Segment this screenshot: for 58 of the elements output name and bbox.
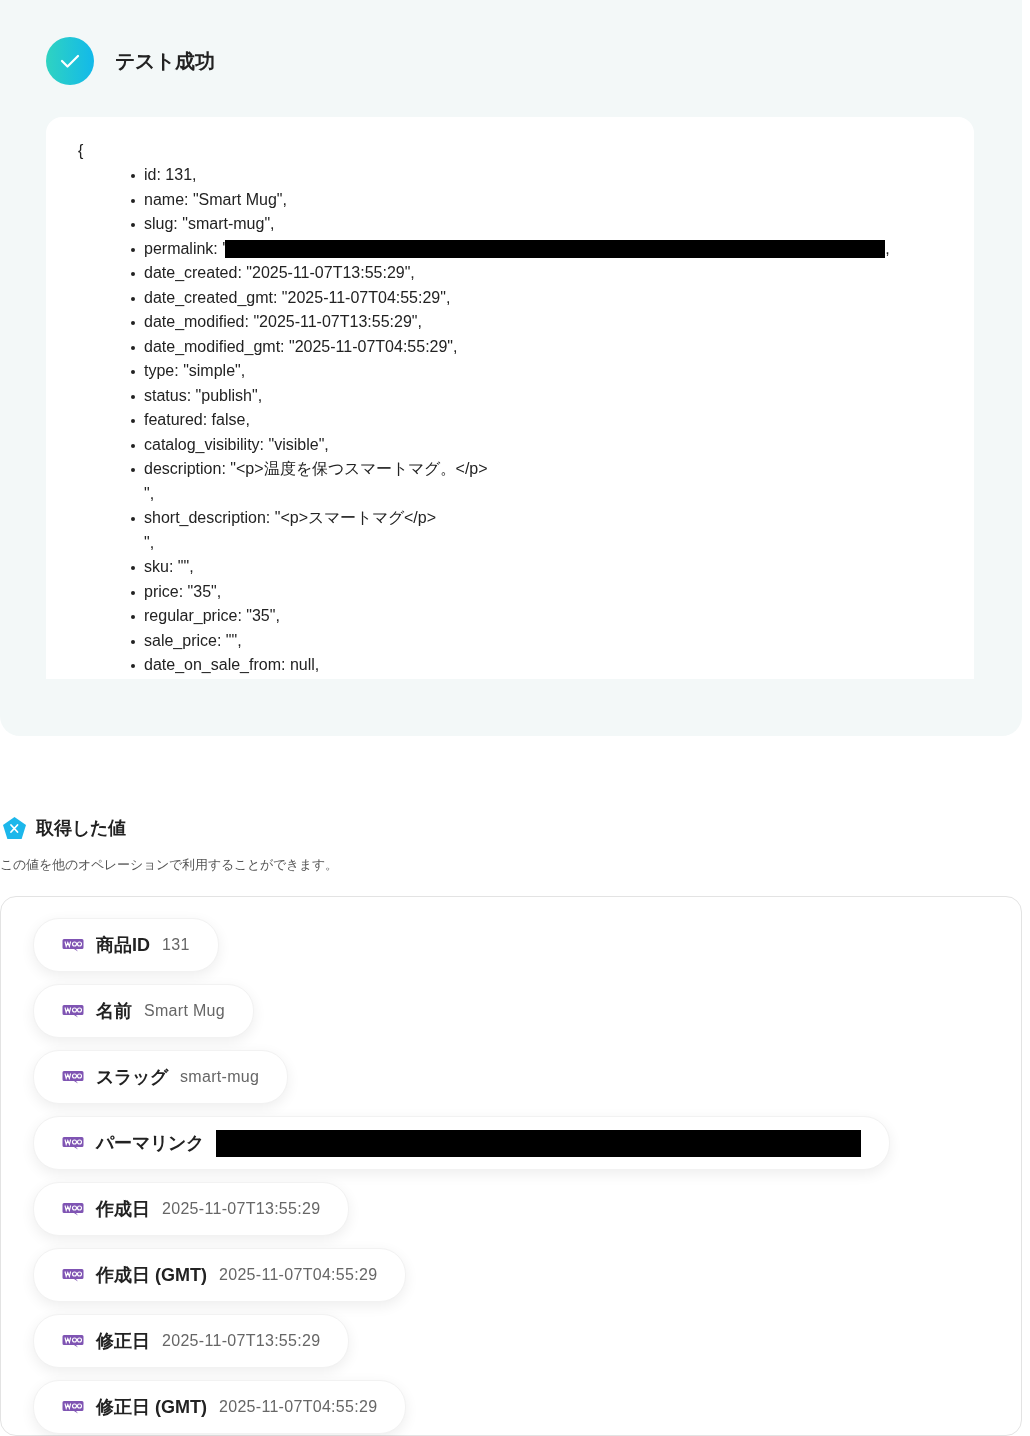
woo-logo-icon — [62, 1334, 84, 1348]
pentagon-x-icon — [2, 816, 27, 840]
code-line: date_modified: "2025-11-07T13:55:29", — [144, 312, 422, 332]
code-line: catalog_visibility: "visible", — [144, 434, 329, 455]
bullet-icon — [131, 296, 135, 301]
code-line: slug: "smart-mug", — [144, 214, 275, 234]
code-line: type: "simple", — [144, 361, 246, 381]
code-line: price: "35", — [144, 581, 222, 602]
bullet-icon — [131, 198, 135, 203]
code-line: permalink: ' — [144, 238, 226, 259]
bullet-icon — [131, 664, 135, 668]
bullet-icon — [131, 321, 135, 325]
bullet-icon — [131, 639, 135, 644]
woo-logo-icon — [62, 1202, 84, 1216]
woo-logo-icon — [62, 1070, 84, 1084]
value-chip[interactable]: 修正日 2025-11-07T13:55:29 — [33, 1314, 350, 1368]
value-chip[interactable]: 作成日 (GMT) 2025-11-07T04:55:29 — [33, 1248, 407, 1302]
bullet-icon — [131, 443, 135, 448]
bullet-icon — [131, 566, 135, 570]
code-line: date_on_sale_from: null, — [144, 655, 320, 675]
woo-logo-icon — [62, 1004, 84, 1018]
bullet-icon — [131, 394, 135, 399]
bullet-icon — [131, 590, 135, 595]
bullet-icon — [131, 223, 135, 227]
result-title: テスト成功 — [115, 48, 215, 74]
value-chip[interactable]: パーマリンク — [33, 1116, 890, 1170]
value-chip[interactable]: 修正日 (GMT) 2025-11-07T04:55:29 — [33, 1380, 407, 1434]
bullet-icon — [131, 517, 135, 521]
bullet-icon — [131, 174, 135, 178]
code-line: id: 131, — [144, 165, 197, 185]
woo-logo-icon — [62, 1268, 84, 1282]
code-line: status: "publish", — [144, 385, 263, 406]
woo-logo-icon — [62, 1400, 84, 1414]
code-line: name: "Smart Mug", — [144, 189, 287, 210]
code-line: featured: false, — [144, 410, 250, 430]
code-brace: { — [78, 141, 85, 161]
bullet-icon — [131, 247, 135, 252]
code-line: date_created_gmt: "2025-11-07T04:55:29", — [144, 287, 451, 308]
value-chip[interactable]: スラッグ smart-mug — [33, 1050, 289, 1104]
bullet-icon — [131, 419, 135, 423]
bullet-icon — [131, 370, 135, 374]
code-line: date_modified_gmt: "2025-11-07T04:55:29", — [144, 336, 458, 357]
section-description: この値を他のオペレーションで利用することができます。 — [0, 856, 339, 874]
code-line: sale_price: "", — [144, 630, 242, 651]
value-chip[interactable]: 作成日 2025-11-07T13:55:29 — [33, 1182, 350, 1236]
bullet-icon — [131, 615, 135, 619]
code-line: sku: "", — [144, 557, 194, 577]
bullet-icon — [131, 468, 135, 472]
section-title: 取得した値 — [36, 817, 126, 840]
value-chip[interactable]: 名前 Smart Mug — [33, 984, 254, 1038]
bullet-icon — [131, 345, 135, 350]
woo-logo-icon — [62, 938, 84, 952]
code-line: regular_price: "35", — [144, 606, 280, 626]
value-chip[interactable]: 商品ID 131 — [33, 918, 219, 972]
code-line: , — [885, 238, 890, 259]
code-line: date_created: "2025-11-07T13:55:29", — [144, 263, 415, 283]
bullet-icon — [131, 272, 135, 276]
woo-logo-icon — [62, 1136, 84, 1150]
